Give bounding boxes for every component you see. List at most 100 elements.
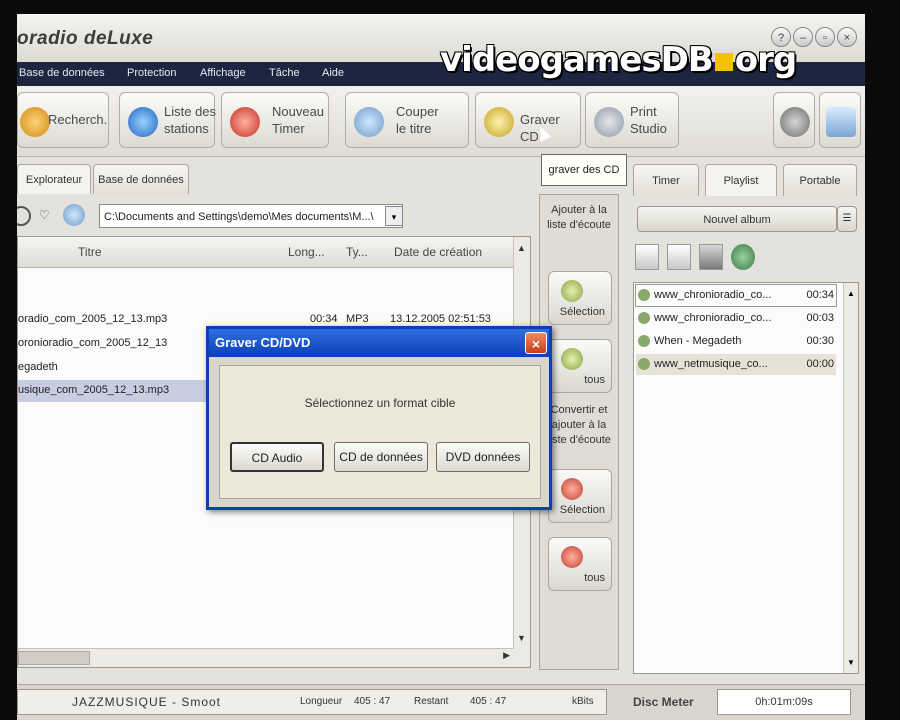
scroll-down-icon[interactable]: ▼ bbox=[847, 658, 855, 667]
network-icon[interactable] bbox=[63, 204, 85, 226]
scroll-thumb[interactable] bbox=[18, 651, 90, 665]
playlist-item-title: www_chronioradio_co... bbox=[654, 289, 772, 301]
scroll-up-icon[interactable]: ▲ bbox=[847, 289, 855, 298]
watermark-right-text: org bbox=[734, 40, 797, 80]
audio-file-icon bbox=[638, 312, 650, 324]
list-item[interactable]: www_chronioradio_co... 00:03 bbox=[636, 308, 836, 329]
menu-item-task[interactable]: Tâche bbox=[269, 67, 300, 79]
alarm-clock-icon bbox=[230, 107, 260, 137]
burn-dialog: Graver CD/DVD × Sélectionnez un format c… bbox=[206, 326, 552, 510]
new-timer-label: Nouveau Timer bbox=[272, 104, 325, 136]
tab-explorer[interactable]: Explorateur bbox=[17, 164, 91, 194]
station-list-button[interactable]: Liste des stations bbox=[119, 92, 216, 148]
menu-item-database[interactable]: Base de données bbox=[19, 67, 105, 79]
menu-item-help[interactable]: Aide bbox=[322, 67, 344, 79]
watermark-logo: videogamesDB org bbox=[440, 40, 797, 80]
user-icon[interactable] bbox=[731, 244, 755, 270]
column-title[interactable]: Titre bbox=[78, 245, 102, 259]
convert-selection-label: Sélection bbox=[559, 504, 605, 516]
add-all-button[interactable]: tous bbox=[548, 339, 612, 393]
menu-item-display[interactable]: Affichage bbox=[200, 67, 246, 79]
menu-item-protection[interactable]: Protection bbox=[127, 67, 177, 79]
playlist-scrollbar[interactable]: ▲ ▼ bbox=[843, 283, 858, 673]
save-icon[interactable] bbox=[699, 244, 723, 270]
burn-cd-label: Graver CD bbox=[520, 112, 560, 144]
scroll-up-icon[interactable]: ▲ bbox=[517, 243, 526, 253]
path-row: ♡ C:\Documents and Settings\demo\Mes doc… bbox=[17, 202, 537, 232]
add-all-icon bbox=[561, 348, 583, 370]
new-album-button[interactable]: Nouvel album bbox=[637, 206, 837, 232]
search-button[interactable]: Recherch. bbox=[17, 92, 109, 148]
back-icon[interactable] bbox=[17, 206, 31, 226]
add-selection-button[interactable]: Sélection bbox=[548, 271, 612, 325]
list-item[interactable]: www_chronioradio_co... 00:34 bbox=[635, 284, 837, 307]
add-all-label: tous bbox=[584, 374, 605, 386]
playlist-item-title: When - Megadeth bbox=[654, 335, 742, 347]
convert-selection-button[interactable]: Sélection bbox=[548, 469, 612, 523]
cell-title: oradio_com_2005_12_13.mp3 bbox=[18, 313, 168, 325]
scroll-down-icon[interactable]: ▼ bbox=[517, 633, 526, 643]
app-title: oradio deLuxe bbox=[17, 28, 154, 49]
tooltip: graver des CD bbox=[541, 154, 627, 186]
cell-title: usique_com_2005_12_13.mp3 bbox=[18, 384, 170, 396]
bitrate-label: kBits bbox=[572, 696, 594, 707]
path-input[interactable]: C:\Documents and Settings\demo\Mes docum… bbox=[99, 204, 403, 228]
playlist-item-title: www_chronioradio_co... bbox=[654, 312, 772, 324]
heart-icon[interactable]: ♡ bbox=[39, 208, 50, 222]
column-length[interactable]: Long... bbox=[288, 245, 325, 259]
scissors-icon bbox=[354, 107, 384, 137]
audio-file-icon bbox=[638, 358, 650, 370]
chevron-down-icon[interactable]: ▾ bbox=[385, 206, 403, 226]
dialog-message: Sélectionnez un format cible bbox=[304, 396, 456, 410]
tab-database[interactable]: Base de données bbox=[93, 164, 189, 194]
scroll-right-icon[interactable]: ▶ bbox=[503, 650, 510, 661]
length-label: Longueur bbox=[300, 696, 343, 707]
column-type[interactable]: Ty... bbox=[346, 245, 368, 259]
search-button-label: Recherch. bbox=[48, 112, 108, 127]
playlist-item-duration: 00:03 bbox=[806, 312, 834, 324]
tab-playlist[interactable]: Playlist bbox=[705, 164, 777, 196]
list-item[interactable]: When - Megadeth 00:30 bbox=[636, 331, 836, 352]
horizontal-scrollbar[interactable]: ▶ bbox=[18, 648, 514, 667]
monitor-icon bbox=[826, 107, 856, 137]
left-tabs: Explorateur Base de données bbox=[17, 164, 537, 196]
tab-timer[interactable]: Timer bbox=[633, 164, 699, 196]
burn-cd-button[interactable]: Graver CD bbox=[475, 92, 581, 148]
dialog-title: Graver CD/DVD bbox=[209, 329, 549, 357]
dvd-data-button[interactable]: DVD données bbox=[436, 442, 530, 472]
maximize-icon[interactable]: ▫ bbox=[815, 27, 835, 47]
monitor-button[interactable] bbox=[819, 92, 861, 148]
headset-icon bbox=[780, 107, 810, 137]
album-menu-icon[interactable]: ☰ bbox=[837, 206, 857, 232]
playlist-item-duration: 00:30 bbox=[806, 335, 834, 347]
cd-audio-button[interactable]: CD Audio bbox=[230, 442, 324, 472]
new-file-icon[interactable] bbox=[635, 244, 659, 270]
print-studio-button[interactable]: Print Studio bbox=[585, 92, 679, 148]
playlist-item-duration: 00:34 bbox=[806, 289, 834, 301]
list-item[interactable]: www_netmusique_co... 00:00 bbox=[636, 354, 836, 375]
column-date[interactable]: Date de création bbox=[394, 245, 482, 259]
tab-portable[interactable]: Portable bbox=[783, 164, 857, 196]
convert-all-button[interactable]: tous bbox=[548, 537, 612, 591]
cut-title-button[interactable]: Couper le titre bbox=[345, 92, 469, 148]
open-folder-icon[interactable] bbox=[667, 244, 691, 270]
cd-burn-icon bbox=[484, 107, 514, 137]
now-playing-box: JAZZMUSIQUE - Smoot Longueur 405 : 47 Re… bbox=[17, 689, 607, 715]
status-bar: JAZZMUSIQUE - Smoot Longueur 405 : 47 Re… bbox=[17, 684, 865, 720]
close-icon[interactable]: × bbox=[837, 27, 857, 47]
cell-date: 13.12.2005 02:51:53 bbox=[390, 313, 491, 325]
file-list-header: Titre Long... Ty... Date de création bbox=[18, 237, 514, 268]
convert-selection-icon bbox=[561, 478, 583, 500]
new-timer-button[interactable]: Nouveau Timer bbox=[221, 92, 329, 148]
dialog-close-icon[interactable]: × bbox=[525, 332, 547, 354]
cell-title: egadeth bbox=[18, 361, 58, 373]
headset-button[interactable] bbox=[773, 92, 815, 148]
cell-length: 00:34 bbox=[310, 313, 338, 325]
audio-file-icon bbox=[638, 335, 650, 347]
add-selection-label: Sélection bbox=[559, 306, 605, 318]
disc-meter-value: 0h:01m:09s bbox=[717, 689, 851, 715]
add-selection-icon bbox=[561, 280, 583, 302]
audio-file-icon bbox=[638, 289, 650, 301]
add-to-playlist-label: Ajouter à la liste d'écoute bbox=[547, 204, 611, 231]
cd-data-button[interactable]: CD de données bbox=[334, 442, 428, 472]
